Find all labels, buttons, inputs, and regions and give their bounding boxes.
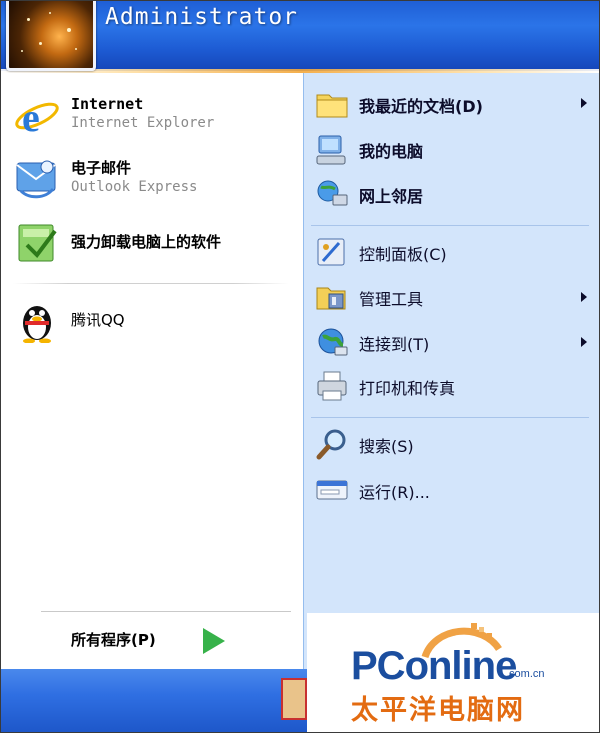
right-item-label: 我最近的文档(D) — [359, 97, 483, 116]
start-menu: Administrator e Internet Internet Explor… — [0, 0, 600, 733]
right-item-label: 我的电脑 — [359, 142, 424, 161]
right-item-label: 管理工具 — [359, 290, 424, 309]
right-item-label: 控制面板(C) — [359, 245, 447, 264]
user-avatar[interactable] — [6, 1, 96, 71]
submenu-arrow-icon — [581, 98, 587, 108]
all-programs-separator — [41, 611, 291, 612]
right-item-my-computer[interactable] — [303, 129, 599, 169]
pinned-item-internet[interactable]: e Internet Internet Explorer — [1, 89, 301, 141]
footer-button[interactable] — [281, 678, 307, 720]
right-item-label: 搜索(S) — [359, 437, 414, 456]
computer-icon — [316, 135, 346, 165]
right-item-label: 网上邻居 — [359, 187, 424, 206]
right-item-label: 打印机和传真 — [359, 379, 456, 398]
right-item-network[interactable] — [303, 173, 599, 213]
right-item-connect-to[interactable] — [303, 321, 599, 361]
right-item-label: 连接到(T) — [359, 335, 430, 354]
printer-icon — [317, 371, 347, 401]
recent-item-qq[interactable]: 腾讯QQ — [1, 297, 301, 345]
submenu-arrow-icon — [581, 292, 587, 302]
left-separator — [13, 283, 289, 284]
pinned-item-subtitle: Internet Explorer — [71, 115, 215, 131]
control-panel-icon — [317, 238, 345, 266]
watermark-domain: .com.cn — [506, 668, 545, 680]
admin-tools-icon — [316, 287, 346, 310]
submenu-arrow-icon — [581, 337, 587, 347]
connect-globe-icon — [318, 328, 348, 356]
recent-item-label: 腾讯QQ — [71, 311, 125, 329]
right-separator — [311, 417, 589, 418]
right-item-label: 运行(R)... — [359, 483, 430, 502]
username-label: Administrator — [105, 4, 299, 30]
folder-icon — [316, 94, 348, 118]
right-item-control-panel[interactable] — [303, 231, 599, 271]
search-magnifier-icon — [316, 429, 346, 460]
run-dialog-icon — [316, 480, 348, 500]
network-places-icon — [317, 180, 348, 206]
svg-text:e: e — [22, 95, 40, 139]
outlook-express-icon — [16, 160, 56, 199]
recent-item-label: 强力卸载电脑上的软件 — [71, 233, 222, 251]
right-item-run[interactable] — [303, 469, 599, 509]
recent-item-uninstaller[interactable]: 强力卸载电脑上的软件 — [1, 213, 301, 269]
watermark-brand: PConline — [351, 644, 517, 688]
right-item-admin-tools[interactable] — [303, 276, 599, 316]
watermark-chinese: 太平洋电脑网 — [351, 695, 525, 726]
qq-penguin-icon — [23, 306, 51, 343]
all-programs-arrow-icon — [203, 628, 225, 654]
pinned-item-email[interactable]: 电子邮件 Outlook Express — [1, 151, 301, 205]
internet-explorer-icon: e — [15, 95, 59, 139]
all-programs-button[interactable]: 所有程序(P) — [71, 629, 156, 650]
pinned-item-subtitle: Outlook Express — [71, 179, 198, 195]
right-item-search[interactable] — [303, 423, 599, 463]
right-separator — [311, 225, 589, 226]
pinned-item-title: Internet — [71, 95, 144, 113]
pinned-item-title: 电子邮件 — [71, 159, 132, 177]
uninstaller-icon — [18, 224, 57, 262]
